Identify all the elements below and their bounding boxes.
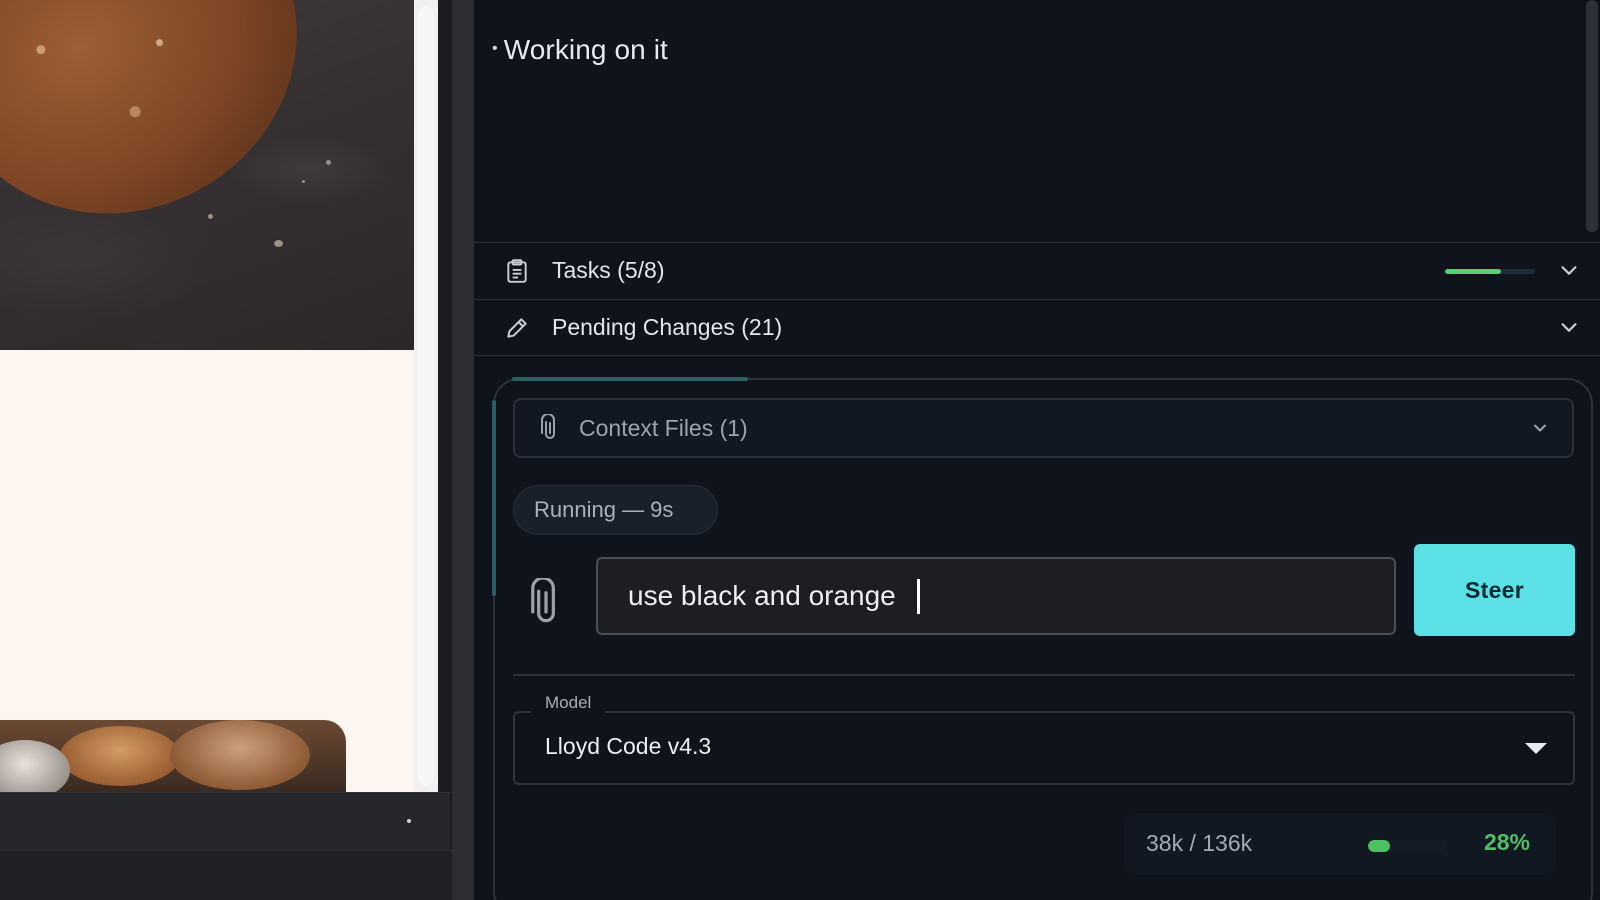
composer-accent xyxy=(512,377,748,381)
crumb xyxy=(208,214,213,219)
frosting-swirl xyxy=(170,720,310,790)
steer-button[interactable]: Steer xyxy=(1414,544,1575,636)
preview-page[interactable] xyxy=(0,0,414,792)
preview-bottom-bar xyxy=(0,850,452,900)
crumb xyxy=(274,240,283,247)
caret-down-icon xyxy=(1525,743,1547,754)
attach-file-button[interactable] xyxy=(527,578,565,628)
text-caret xyxy=(917,579,920,614)
chevron-down-icon[interactable] xyxy=(1558,259,1580,281)
chat-scrollbar-thumb[interactable] xyxy=(1586,0,1598,232)
chat-message-text: Working on it xyxy=(503,34,668,65)
context-files-label: Context Files (1) xyxy=(579,415,748,441)
bullet: • xyxy=(492,40,498,57)
token-percent: 28% xyxy=(1483,829,1530,855)
tasks-label: Tasks (5/8) xyxy=(552,257,665,283)
preview-status-bar xyxy=(0,792,450,850)
clipboard-icon xyxy=(507,259,527,283)
token-usage-bar xyxy=(1368,840,1448,852)
pencil-icon xyxy=(507,318,527,338)
token-count: 38k / 136k xyxy=(1146,830,1253,856)
bread-image xyxy=(0,0,414,350)
model-selected-value: Lloyd Code v4.3 xyxy=(545,733,712,759)
token-usage-fill xyxy=(1368,840,1391,852)
tasks-progress-bar xyxy=(1445,269,1535,274)
composer-divider xyxy=(513,674,1575,676)
paperclip-icon xyxy=(541,414,555,439)
tasks-progress-fill xyxy=(1445,269,1502,274)
crumb xyxy=(326,160,331,165)
crumb xyxy=(302,180,305,183)
steer-message-input[interactable] xyxy=(596,557,1396,635)
pane-splitter[interactable] xyxy=(452,0,474,900)
app-window: • Working on it Tasks (5/8) Pending Chang… xyxy=(0,0,1600,900)
run-status-label: Running — 9s xyxy=(534,497,674,522)
preview-scrollbar-thumb[interactable] xyxy=(418,6,434,786)
preview-pane xyxy=(0,0,452,900)
pending-changes-section-header[interactable]: Pending Changes (21) xyxy=(474,299,1600,356)
frosting-swirl xyxy=(60,726,180,786)
cupcake-image xyxy=(0,720,346,792)
pending-changes-label: Pending Changes (21) xyxy=(552,314,783,340)
model-select[interactable]: Lloyd Code v4.3 xyxy=(513,711,1575,785)
model-label: Model xyxy=(531,693,606,713)
chevron-down-icon[interactable] xyxy=(1558,316,1580,338)
status-dot xyxy=(407,819,411,823)
tasks-section-header[interactable]: Tasks (5/8) xyxy=(474,242,1600,299)
chat-message: • Working on it xyxy=(492,34,668,66)
token-usage: 38k / 136k 28% xyxy=(1124,813,1556,875)
chevron-down-icon xyxy=(1534,424,1546,432)
frosting-swirl xyxy=(0,740,70,792)
context-files-dropdown[interactable]: Context Files (1) xyxy=(513,398,1574,458)
run-status-badge: Running — 9s xyxy=(513,485,718,535)
bread-loaf xyxy=(0,0,357,276)
composer-accent xyxy=(492,400,496,596)
